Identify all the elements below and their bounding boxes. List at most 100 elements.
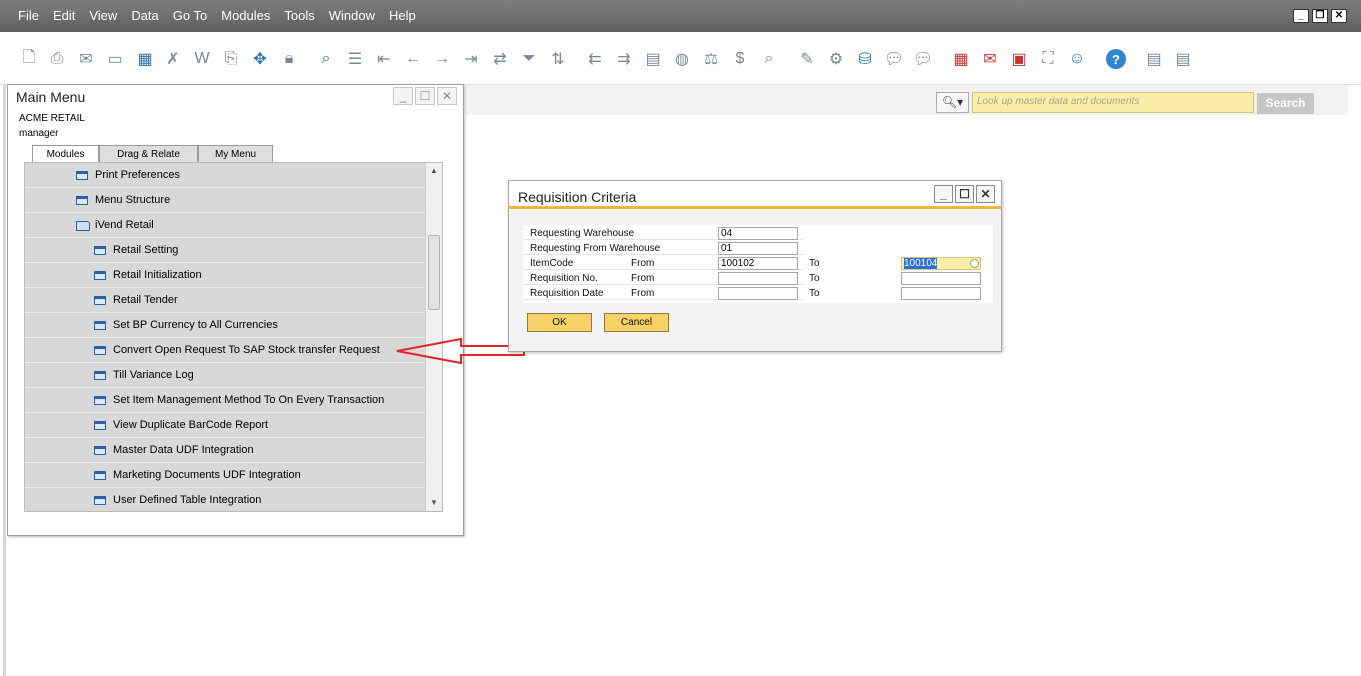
sort-icon[interactable]: ⇅ <box>547 48 569 70</box>
requisition-no-from-field[interactable] <box>718 272 798 285</box>
minimize-icon[interactable]: _ <box>934 185 953 203</box>
preview-icon[interactable]: 🗋 <box>18 48 40 70</box>
form-icon <box>94 346 106 355</box>
minimize-icon[interactable]: _ <box>393 87 413 105</box>
menu-window[interactable]: Window <box>329 8 375 23</box>
tab-my-menu[interactable]: My Menu <box>198 145 273 162</box>
itemcode-from-field[interactable]: 100102 <box>718 257 798 270</box>
list-item[interactable]: Menu Structure <box>25 188 427 213</box>
menu-tools[interactable]: Tools <box>284 8 314 23</box>
sms-icon[interactable]: ▭ <box>104 48 126 70</box>
messages-icon[interactable]: 💬︎ <box>883 48 905 70</box>
excel-icon[interactable]: ✗ <box>162 48 184 70</box>
list-item[interactable]: Retail Setting <box>25 238 427 263</box>
user-icon[interactable]: ☺ <box>1066 48 1088 70</box>
last-record-icon[interactable]: ⇥ <box>460 48 482 70</box>
requesting-from-warehouse-field[interactable]: 01 <box>718 242 798 255</box>
edit-icon[interactable]: ✎ <box>796 48 818 70</box>
previous-record-icon[interactable]: ← <box>402 48 424 70</box>
list-item[interactable]: Till Variance Log <box>25 363 427 388</box>
menu-modules[interactable]: Modules <box>221 8 270 23</box>
requisition-no-to-field[interactable] <box>901 272 981 285</box>
first-record-icon[interactable]: ⇤ <box>373 48 395 70</box>
help-icon[interactable]: ? <box>1106 49 1126 69</box>
ok-button[interactable]: OK <box>527 313 592 332</box>
activity-icon[interactable]: ▣ <box>1008 48 1030 70</box>
choose-from-list-icon[interactable] <box>970 259 979 268</box>
query-icon[interactable]: ⌕ <box>758 48 780 70</box>
menu-edit[interactable]: Edit <box>53 8 75 23</box>
list-item[interactable]: Marketing Documents UDF Integration <box>25 463 427 488</box>
org-chart-icon[interactable]: ⛶ <box>1037 48 1059 70</box>
main-menu-title: Main Menu <box>16 89 86 105</box>
menu-help[interactable]: Help <box>389 8 416 23</box>
lock-icon[interactable]: 🔒︎ <box>278 48 300 70</box>
scroll-down-icon[interactable]: ▼ <box>429 498 439 508</box>
tab-drag-relate[interactable]: Drag & Relate <box>99 145 198 162</box>
close-icon[interactable]: ✕ <box>976 185 995 203</box>
journal-entry-icon[interactable]: ▤ <box>642 48 664 70</box>
form-settings-icon[interactable]: ⚙ <box>825 48 847 70</box>
fax-icon[interactable]: ▦ <box>134 48 156 70</box>
list-item[interactable]: Master Data UDF Integration <box>25 438 427 463</box>
menu-items: File Edit View Data Go To Modules Tools … <box>18 8 430 23</box>
requesting-from-warehouse-label: Requesting From Warehouse <box>530 243 661 254</box>
find-icon[interactable]: ⌕ <box>315 48 337 70</box>
itemcode-to-label: To <box>809 258 820 269</box>
list-item[interactable]: User Defined Table Integration <box>25 488 427 511</box>
requisition-date-from-field[interactable] <box>718 287 798 300</box>
form-icon <box>94 321 106 330</box>
maximize-icon[interactable]: ☐ <box>415 87 435 105</box>
list-item[interactable]: Set BP Currency to All Currencies <box>25 313 427 338</box>
minimize-icon[interactable]: _ <box>1293 9 1309 23</box>
close-icon[interactable]: ✕ <box>1331 9 1347 23</box>
filter-icon[interactable]: ⏷ <box>518 48 540 70</box>
cancel-button[interactable]: Cancel <box>604 313 669 332</box>
scroll-up-icon[interactable]: ▲ <box>429 166 439 176</box>
gross-profit-icon[interactable]: ⚖ <box>700 48 722 70</box>
list-item[interactable]: Retail Tender <box>25 288 427 313</box>
list-item[interactable]: Print Preferences <box>25 163 427 188</box>
print-icon[interactable]: ⎙ <box>46 48 68 70</box>
email-inbox-icon[interactable]: ✉ <box>979 48 1001 70</box>
add-icon[interactable]: ☰ <box>344 48 366 70</box>
list-item-label: Master Data UDF Integration <box>113 444 254 456</box>
list-item-label: Retail Setting <box>113 244 179 256</box>
base-document-icon[interactable]: ⇇ <box>584 48 606 70</box>
email-icon[interactable]: ✉ <box>75 48 97 70</box>
word-icon[interactable]: W <box>191 48 213 70</box>
menu-view[interactable]: View <box>89 8 117 23</box>
menu-goto[interactable]: Go To <box>173 8 207 23</box>
search-options-button[interactable]: 🔍︎▾ <box>936 92 969 113</box>
scroll-thumb[interactable] <box>428 235 440 310</box>
target-document-icon[interactable]: ⇉ <box>613 48 635 70</box>
next-record-icon[interactable]: → <box>431 48 453 70</box>
data-transfer-icon[interactable]: ⛁ <box>854 48 876 70</box>
calendar-icon[interactable]: ▦ <box>950 48 972 70</box>
list-item[interactable]: View Duplicate BarCode Report <box>25 413 427 438</box>
document-settings-icon[interactable]: ▤ <box>1172 48 1194 70</box>
pdf-icon[interactable]: ⎘ <box>220 48 242 70</box>
payment-means-icon[interactable]: ◍ <box>671 48 693 70</box>
menu-data[interactable]: Data <box>131 8 158 23</box>
calculator-icon[interactable]: ▤ <box>1143 48 1165 70</box>
requesting-warehouse-field[interactable]: 04 <box>718 227 798 240</box>
folder-ivend-retail[interactable]: iVend Retail <box>25 213 427 238</box>
settings-icon[interactable]: $ <box>729 48 751 70</box>
list-item[interactable]: Retail Initialization <box>25 263 427 288</box>
itemcode-label: ItemCode <box>530 258 574 269</box>
itemcode-to-field[interactable]: 100104 <box>901 257 981 270</box>
list-item[interactable]: Set Item Management Method To On Every T… <box>25 388 427 413</box>
list-item[interactable]: Convert Open Request To SAP Stock transf… <box>25 338 427 363</box>
close-icon[interactable]: ✕ <box>437 87 457 105</box>
search-button[interactable]: Search <box>1257 93 1314 114</box>
maximize-icon[interactable]: ☐ <box>955 185 974 203</box>
alerts-icon[interactable]: 💬︎ <box>912 48 934 70</box>
menu-file[interactable]: File <box>18 8 39 23</box>
requisition-date-to-field[interactable] <box>901 287 981 300</box>
tab-modules[interactable]: Modules <box>32 145 99 163</box>
launch-icon[interactable]: ✥ <box>249 48 271 70</box>
search-input[interactable]: Look up master data and documents <box>972 92 1254 113</box>
refresh-icon[interactable]: ⇄ <box>489 48 511 70</box>
restore-icon[interactable]: ❐ <box>1312 9 1328 23</box>
